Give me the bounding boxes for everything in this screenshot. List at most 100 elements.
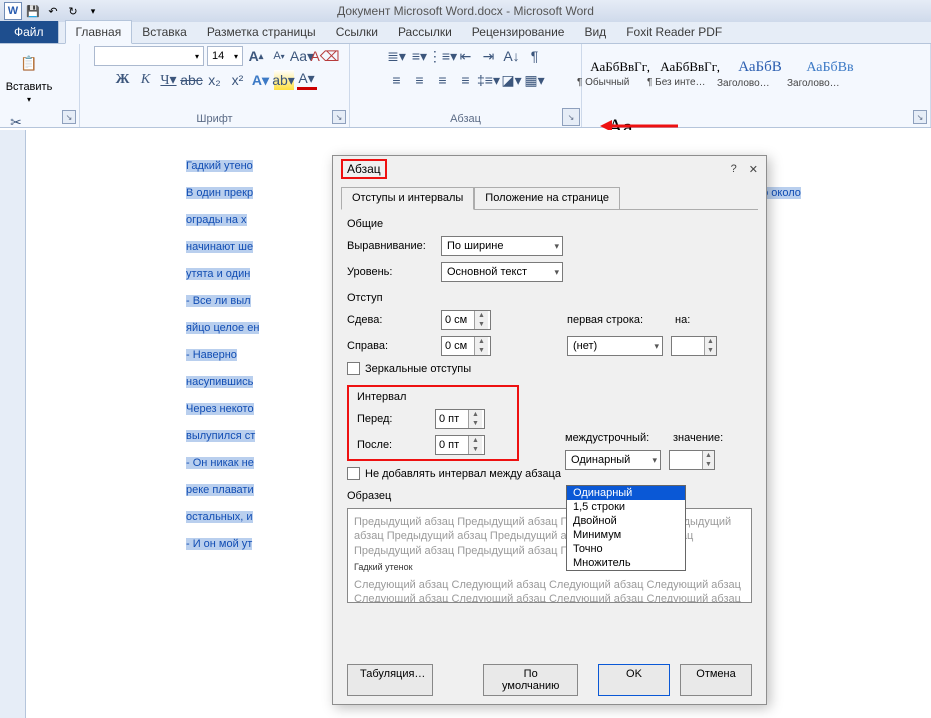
tab-insert[interactable]: Вставка: [132, 21, 197, 43]
clipboard-icon: 📋: [16, 49, 42, 79]
strike-icon[interactable]: abc: [182, 70, 202, 90]
bold-icon[interactable]: Ж: [113, 70, 133, 90]
line-spacing-option[interactable]: 1,5 строки: [567, 500, 685, 514]
outline-level-combo[interactable]: Основной текст▾: [441, 262, 563, 282]
sample-preview: Предыдущий абзац Предыдущий абзац Предыд…: [347, 508, 752, 603]
indent-right-label: Справа:: [347, 340, 433, 352]
line-spacing-icon[interactable]: ‡≡▾: [479, 70, 499, 90]
cancel-button[interactable]: Отмена: [680, 664, 752, 696]
clear-formatting-icon[interactable]: A⌫: [315, 46, 335, 66]
style-card[interactable]: АаБбВвГг,¶ Без инте…: [658, 46, 722, 100]
clipboard-launcher-icon[interactable]: ↘: [62, 110, 76, 124]
align-left-icon[interactable]: ≡: [387, 70, 407, 90]
tab-file[interactable]: Файл: [0, 21, 59, 43]
group-paragraph-label: Абзац: [356, 113, 575, 127]
section-interval: Интервал: [357, 391, 509, 403]
help-icon[interactable]: ?: [731, 163, 737, 176]
align-center-icon[interactable]: ≡: [410, 70, 430, 90]
numbering-icon[interactable]: ≡▾: [410, 46, 430, 66]
tab-position[interactable]: Положение на странице: [474, 187, 620, 210]
space-after-spinner[interactable]: ▲▼: [435, 435, 485, 455]
space-before-spinner[interactable]: ▲▼: [435, 409, 485, 429]
line-spacing-combo[interactable]: Одинарный▾: [565, 450, 661, 470]
by-label: на:: [675, 314, 705, 326]
tabs-button[interactable]: Табуляция…: [347, 664, 433, 696]
group-font-label: Шрифт: [86, 113, 343, 127]
align-right-icon[interactable]: ≡: [433, 70, 453, 90]
shading-icon[interactable]: ◪▾: [502, 70, 522, 90]
ok-button[interactable]: OK: [598, 664, 670, 696]
font-launcher-icon[interactable]: ↘: [332, 110, 346, 124]
indent-right-spinner[interactable]: ▲▼: [441, 336, 491, 356]
styles-launcher-icon[interactable]: ↘: [913, 110, 927, 124]
indent-left-spinner[interactable]: ▲▼: [441, 310, 491, 330]
word-icon: W: [4, 2, 22, 20]
line-spacing-value-spinner[interactable]: ▲▼: [669, 450, 715, 470]
first-line-label: первая строка:: [567, 314, 667, 326]
line-spacing-label: междустрочный:: [565, 432, 665, 444]
tab-references[interactable]: Ссылки: [326, 21, 388, 43]
line-spacing-option[interactable]: Двойной: [567, 514, 685, 528]
section-general: Общие: [347, 218, 752, 230]
shrink-font-icon[interactable]: A▾: [269, 46, 289, 66]
level-label: Уровень:: [347, 266, 433, 278]
show-marks-icon[interactable]: ¶: [525, 46, 545, 66]
decrease-indent-icon[interactable]: ⇤: [456, 46, 476, 66]
alignment-combo[interactable]: По ширине▾: [441, 236, 563, 256]
line-spacing-option[interactable]: Минимум: [567, 528, 685, 542]
underline-icon[interactable]: Ч▾: [159, 70, 179, 90]
close-icon[interactable]: ✕: [749, 163, 758, 176]
paste-button[interactable]: 📋 Вставить ▾: [6, 46, 52, 106]
undo-icon[interactable]: ↶: [44, 2, 62, 20]
after-label: После:: [357, 439, 427, 451]
value-label: значение:: [673, 432, 703, 444]
highlight-icon[interactable]: ab▾: [274, 70, 294, 90]
font-family-combo[interactable]: ▾: [94, 46, 204, 66]
tab-view[interactable]: Вид: [574, 21, 616, 43]
line-spacing-option[interactable]: Множитель: [567, 556, 685, 570]
line-spacing-option[interactable]: Одинарный: [567, 486, 685, 500]
first-line-combo[interactable]: (нет)▾: [567, 336, 663, 356]
sort-icon[interactable]: A↓: [502, 46, 522, 66]
paragraph-launcher-icon[interactable]: ↘: [562, 108, 580, 126]
increase-indent-icon[interactable]: ⇥: [479, 46, 499, 66]
before-label: Перед:: [357, 413, 427, 425]
first-line-by-spinner[interactable]: ▲▼: [671, 336, 717, 356]
vertical-ruler: [0, 130, 26, 718]
cut-icon[interactable]: ✂: [6, 112, 26, 132]
indent-left-label: Сдева:: [347, 314, 433, 326]
subscript-icon[interactable]: x₂: [205, 70, 225, 90]
redo-icon[interactable]: ↻: [64, 2, 82, 20]
text-effects-icon[interactable]: A▾: [251, 70, 271, 90]
style-card[interactable]: АаБбВвГг,¶ Обычный: [588, 46, 652, 100]
paste-label: Вставить: [6, 81, 53, 93]
save-icon[interactable]: 💾: [24, 2, 42, 20]
superscript-icon[interactable]: x²: [228, 70, 248, 90]
mirror-indent-checkbox[interactable]: Зеркальные отступы: [347, 362, 752, 375]
tab-home[interactable]: Главная: [65, 20, 133, 44]
font-color-icon[interactable]: A▾: [297, 70, 317, 90]
paragraph-dialog: Абзац ? ✕ Отступы и интервалы Положение …: [332, 155, 767, 705]
justify-icon[interactable]: ≡: [456, 70, 476, 90]
change-case-icon[interactable]: Aa▾: [292, 46, 312, 66]
borders-icon[interactable]: ▦▾: [525, 70, 545, 90]
tab-foxit[interactable]: Foxit Reader PDF: [616, 21, 732, 43]
style-card[interactable]: АаБбВвЗаголово…: [798, 46, 862, 100]
bullets-icon[interactable]: ≣▾: [387, 46, 407, 66]
section-indent: Отступ: [347, 292, 752, 304]
style-card[interactable]: АаБбВЗаголово…: [728, 46, 792, 100]
italic-icon[interactable]: К: [136, 70, 156, 90]
tab-layout[interactable]: Разметка страницы: [197, 21, 326, 43]
set-default-button[interactable]: По умолчанию: [483, 664, 578, 696]
line-spacing-dropdown[interactable]: Одинарный1,5 строкиДвойнойМинимумТочноМн…: [566, 485, 686, 571]
align-label: Выравнивание:: [347, 240, 433, 252]
tab-indent-spacing[interactable]: Отступы и интервалы: [341, 187, 474, 210]
grow-font-icon[interactable]: A▴: [246, 46, 266, 66]
tab-review[interactable]: Рецензирование: [462, 21, 575, 43]
qat-more-icon[interactable]: ▾: [84, 2, 102, 20]
line-spacing-option[interactable]: Точно: [567, 542, 685, 556]
tab-mailings[interactable]: Рассылки: [388, 21, 462, 43]
section-sample: Образец: [347, 490, 752, 502]
multilevel-icon[interactable]: ⋮≡▾: [433, 46, 453, 66]
font-size-combo[interactable]: 14▾: [207, 46, 243, 66]
